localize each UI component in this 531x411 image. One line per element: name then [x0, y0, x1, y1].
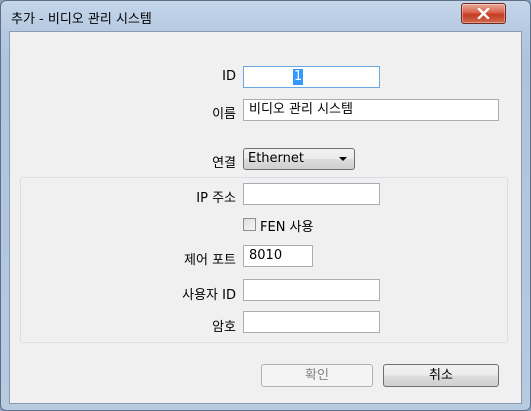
- id-input[interactable]: 1: [243, 66, 380, 88]
- fen-checkbox[interactable]: [243, 218, 256, 231]
- name-label: 이름: [212, 107, 236, 122]
- cancel-button[interactable]: 취소: [383, 364, 499, 387]
- fen-label[interactable]: FEN 사용: [260, 216, 313, 235]
- control-port-input[interactable]: 8010: [243, 245, 313, 267]
- chevron-down-icon: [339, 157, 347, 161]
- ip-label: IP 주소: [196, 191, 236, 206]
- id-value: 1: [293, 69, 304, 85]
- ok-button[interactable]: 확인: [261, 364, 373, 387]
- user-id-label: 사용자 ID: [182, 288, 236, 303]
- ip-address-input[interactable]: [243, 183, 380, 205]
- window-title: 추가 - 비디오 관리 시스템: [11, 12, 152, 27]
- password-input[interactable]: [243, 311, 380, 333]
- connection-select[interactable]: Ethernet: [243, 148, 355, 170]
- dialog-body: ID 1 이름 비디오 관리 시스템 연결 Ethernet IP 주소 FEN…: [9, 31, 522, 404]
- connection-label: 연결: [212, 156, 236, 171]
- dialog-window: 추가 - 비디오 관리 시스템 ID 1 이름 비디오 관리 시스템 연결 Et…: [0, 0, 531, 411]
- id-label: ID: [222, 69, 236, 84]
- close-button[interactable]: [461, 3, 506, 24]
- connection-value: Ethernet: [248, 151, 304, 166]
- password-label: 암호: [212, 320, 236, 335]
- name-input[interactable]: 비디오 관리 시스템: [243, 99, 499, 121]
- close-icon: [477, 8, 490, 19]
- port-label: 제어 포트: [184, 253, 236, 268]
- title-bar[interactable]: 추가 - 비디오 관리 시스템: [1, 1, 530, 31]
- user-id-input[interactable]: [243, 279, 380, 301]
